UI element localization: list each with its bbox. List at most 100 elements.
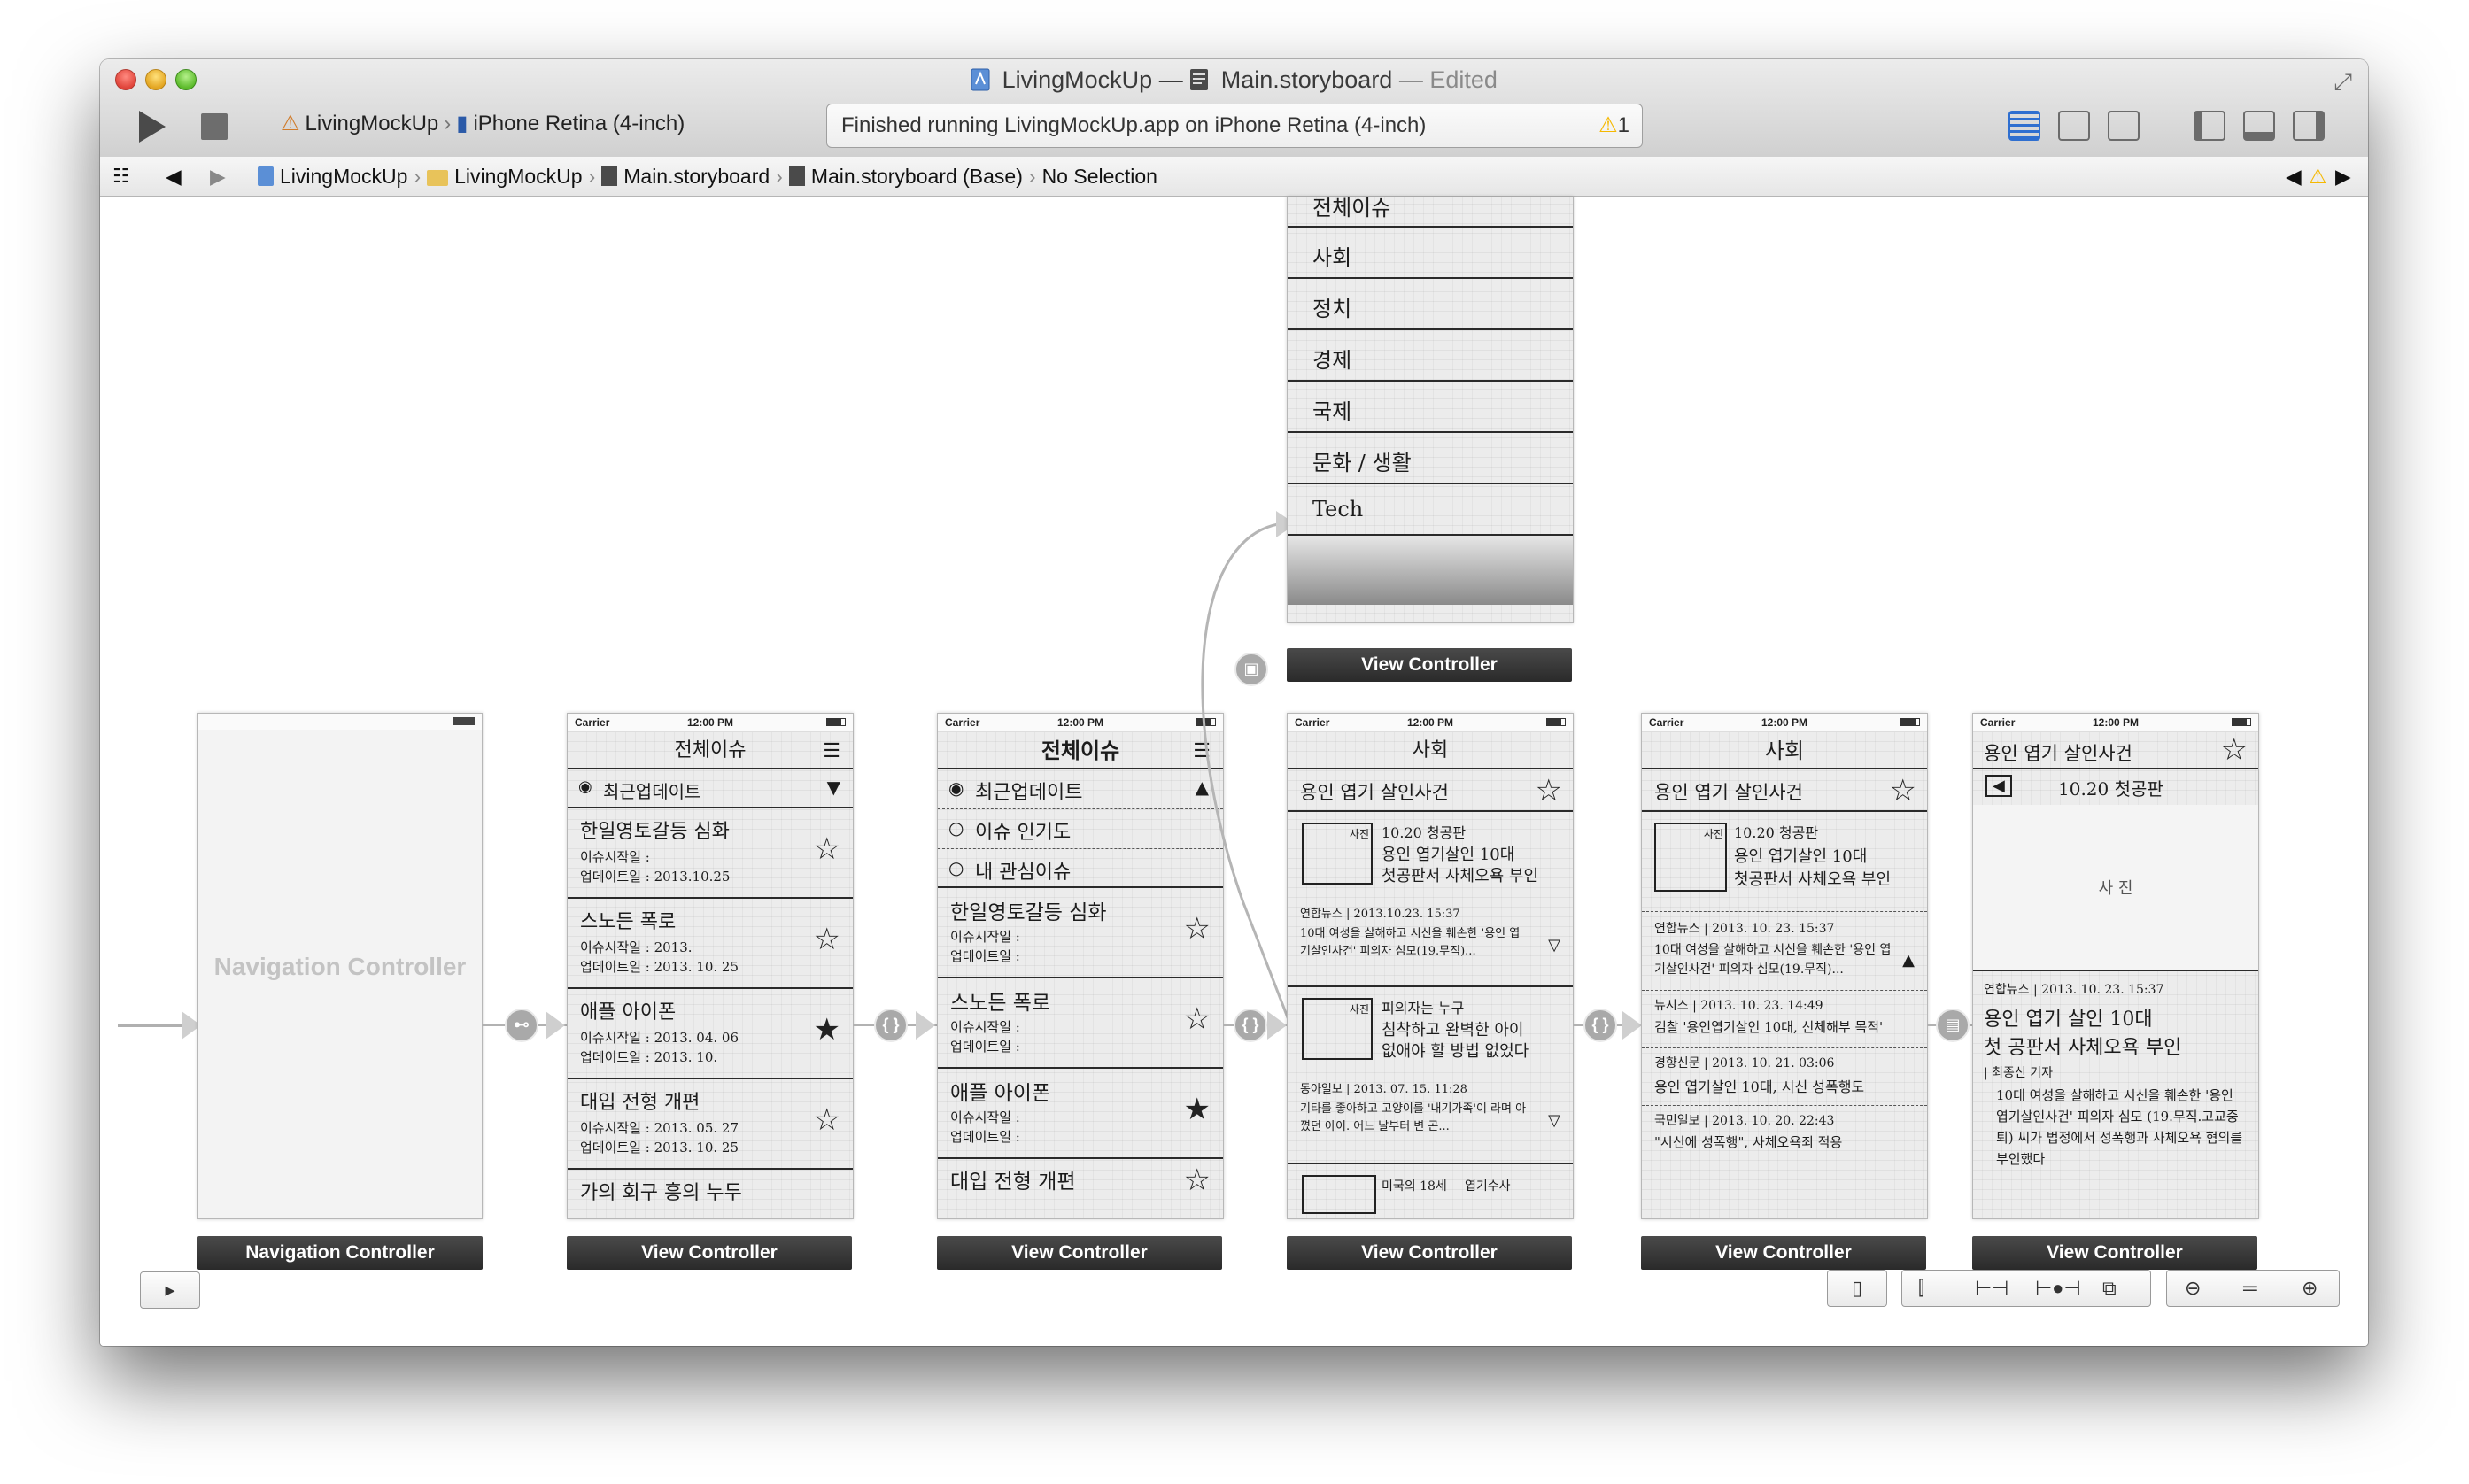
zoom-in-icon[interactable]: ⊕	[2302, 1271, 2318, 1306]
scene-label-view-controller-5[interactable]: View Controller	[1972, 1236, 2257, 1270]
news-block[interactable]: 미국의 18세 엽기수사	[1288, 1164, 1573, 1214]
pin-icon[interactable]: ⊢⊣	[1975, 1271, 2008, 1306]
item-title: 한일영토갈등 심화	[580, 821, 730, 843]
navigator-toggle-button[interactable]	[2194, 111, 2225, 141]
list-item[interactable]: 한일영토갈등 심화 이슈시작일 : 업데이트일 : 2013.10.25 ☆	[568, 808, 853, 899]
related-items-icon[interactable]: ☷	[112, 165, 130, 188]
breadcrumb-folder[interactable]: LivingMockUp	[454, 165, 582, 188]
list-item[interactable]: 스노든 폭로 이슈시작일 : 2013. 업데이트일 : 2013. 10. 2…	[568, 899, 853, 989]
fullscreen-icon[interactable]: ⤢	[2334, 68, 2352, 97]
block-meta: 동아일보 | 2013. 07. 15. 11:28	[1300, 1083, 1467, 1096]
push-segue-icon[interactable]: ▤	[1936, 1009, 1970, 1042]
next-issue-icon[interactable]: ▶	[2335, 165, 2351, 189]
expand-icon[interactable]: ▽	[1548, 1111, 1560, 1130]
align-icon[interactable]: ⫿	[1918, 1271, 1924, 1306]
scene-label-navigation-controller[interactable]: Navigation Controller	[197, 1236, 483, 1270]
zoom-fit-icon[interactable]: ═	[2243, 1271, 2257, 1306]
modal-segue-icon[interactable]: ▣	[1234, 653, 1268, 686]
back-arrow-icon[interactable]: ◀	[1985, 775, 2012, 797]
assistant-editor-button[interactable]	[2058, 111, 2090, 141]
view-controller-scene-5[interactable]: Carrier 12:00 PM 용인 엽기 살인사건 ☆ ◀ 10.20 첫공…	[1972, 713, 2259, 1219]
activity-viewer[interactable]: Finished running LivingMockUp.app on iPh…	[826, 104, 1643, 148]
breadcrumb-localization[interactable]: Main.storyboard (Base)	[811, 165, 1023, 188]
breadcrumb-file[interactable]: Main.storyboard	[623, 165, 770, 188]
version-editor-button[interactable]	[2108, 111, 2140, 141]
list-item[interactable]: 대입 전형 개편 이슈시작일 : 2013. 05. 27 업데이트일 : 20…	[568, 1079, 853, 1170]
list-item[interactable]: 대입 전형 개편 ☆	[938, 1159, 1223, 1198]
expand-icon[interactable]: ▽	[1548, 936, 1560, 955]
list-item[interactable]: 애플 아이폰 이슈시작일 : 2013. 04. 06 업데이트일 : 2013…	[568, 989, 853, 1079]
menu-item[interactable]: 문화 / 생활	[1288, 433, 1573, 484]
news-item[interactable]: 경향신문 | 2013. 10. 21. 03:06 용인 엽기살인 10대, …	[1642, 1048, 1927, 1106]
run-button[interactable]	[139, 111, 166, 143]
stop-button[interactable]	[201, 113, 228, 140]
document-outline-button[interactable]: ▸	[140, 1271, 200, 1309]
menu-item[interactable]: Tech	[1288, 484, 1573, 536]
star-outline-icon[interactable]: ☆	[814, 831, 840, 867]
menu-view-controller-scene[interactable]: 전체이슈 사회 정치 경제 국제 문화 / 생활 Tech	[1287, 197, 1574, 623]
scene-label-view-controller-1[interactable]: View Controller	[567, 1236, 852, 1270]
menu-item[interactable]: 사회	[1288, 228, 1573, 279]
previous-issue-icon[interactable]: ◀	[2286, 165, 2302, 189]
star-filled-icon[interactable]: ★	[814, 1012, 840, 1047]
thumbnail-label: 사진	[1703, 828, 1723, 840]
news-block[interactable]: 사진 피의자는 누구 침착하고 완벽한 아이 없애야 할 방법 없었다 동아일보…	[1288, 987, 1573, 1164]
menu-item[interactable]: 경제	[1288, 330, 1573, 382]
size-class-button[interactable]: ▯	[1827, 1270, 1887, 1307]
scheme-target: LivingMockUp	[305, 112, 439, 135]
back-arrow-icon[interactable]: ◀	[166, 165, 182, 189]
breadcrumb-project[interactable]: LivingMockUp	[280, 165, 407, 188]
star-outline-icon[interactable]: ☆	[1184, 1163, 1211, 1198]
star-outline-icon[interactable]: ☆	[814, 922, 840, 957]
article-headline-1: 용인 엽기 살인 10대	[1984, 1009, 2153, 1031]
scene-label-view-controller-2[interactable]: View Controller	[937, 1236, 1222, 1270]
news-item[interactable]: 연합뉴스 | 2013. 10. 23. 15:37 10대 여성을 살해하고 …	[1642, 912, 1927, 991]
debug-area-toggle-button[interactable]	[2243, 111, 2275, 141]
sort-row[interactable]: ◉ 최근업데이트 ▼	[568, 769, 853, 808]
scene-label-view-controller-3[interactable]: View Controller	[1287, 1236, 1572, 1270]
relationship-segue-icon[interactable]: ⊷	[505, 1009, 538, 1042]
lead-line3: 첫공판서 사체오욕 부인	[1734, 870, 1892, 889]
push-segue-icon[interactable]: { }	[874, 1009, 908, 1042]
list-item[interactable]: 애플 아이폰 이슈시작일 : 업데이트일 : ★	[938, 1069, 1223, 1159]
battery-icon	[453, 717, 475, 725]
resolve-icon[interactable]: ⊢●⊣	[2035, 1271, 2081, 1306]
star-filled-icon[interactable]: ★	[1184, 1092, 1211, 1127]
news-item[interactable]: 뉴시스 | 2013. 10. 23. 14:49 검찰 '용인엽기살인 10대…	[1642, 991, 1927, 1048]
scheme-selector[interactable]: ⚠ LivingMockUp › ▮ iPhone Retina (4-inch)	[281, 111, 685, 136]
warning-badge[interactable]: ⚠1	[1598, 104, 1629, 147]
thumbnail: 사진	[1302, 998, 1373, 1060]
dropdown-icon[interactable]: ▼	[827, 777, 840, 798]
menu-item[interactable]: 국제	[1288, 382, 1573, 433]
lead-story[interactable]: 사진 10.20 청공판 용인 엽기살인 10대 첫공판서 사체오욕 부인	[1642, 812, 1927, 912]
warning-icon[interactable]: ⚠	[2309, 165, 2327, 189]
view-controller-scene-1[interactable]: Carrier 12:00 PM 전체이슈 ☰ ◉ 최근업데이트 ▼ 한일영토갈…	[567, 713, 854, 1219]
list-item[interactable]: 가의 회구 흥의 누두	[568, 1170, 853, 1205]
scene-label-menu-view-controller[interactable]: View Controller	[1287, 648, 1572, 682]
star-outline-icon[interactable]: ☆	[1890, 773, 1916, 808]
breadcrumb-selection[interactable]: No Selection	[1042, 165, 1157, 188]
forward-arrow-icon[interactable]: ▶	[210, 165, 226, 189]
standard-editor-button[interactable]	[2008, 111, 2040, 141]
zoom-out-icon[interactable]: ⊖	[2185, 1271, 2201, 1306]
star-outline-icon[interactable]: ☆	[1536, 773, 1562, 808]
star-outline-icon[interactable]: ☆	[814, 1102, 840, 1138]
topic-row: 용인 엽기 살인사건 ☆	[1642, 769, 1927, 812]
chevron-right-icon: ›	[444, 112, 452, 135]
star-outline-icon[interactable]: ☆	[2221, 732, 2248, 768]
navigation-controller-scene[interactable]: Navigation Controller	[197, 713, 483, 1219]
menu-item[interactable]: 정치	[1288, 279, 1573, 330]
news-item[interactable]: 국민일보 | 2013. 10. 20. 22:43 "시신에 성폭행", 사체…	[1642, 1106, 1927, 1168]
storyboard-canvas[interactable]: Navigation Controller Navigation Control…	[100, 197, 2368, 1346]
list-icon[interactable]: ☰	[823, 740, 840, 762]
news-block[interactable]: 사진 10.20 청공판 용인 엽기살인 10대 첫공판서 사체오욕 부인 연합…	[1288, 812, 1573, 987]
view-controller-scene-3[interactable]: Carrier 12:00 PM 사회 용인 엽기 살인사건 ☆ 사진 10.2…	[1287, 713, 1574, 1219]
resizing-icon[interactable]: ⧉	[2102, 1271, 2117, 1306]
scene-label-view-controller-4[interactable]: View Controller	[1641, 1236, 1926, 1270]
push-segue-icon[interactable]: { }	[1583, 1009, 1617, 1042]
menu-item[interactable]: 전체이슈	[1288, 197, 1573, 228]
more-icon[interactable]: ▲	[1902, 951, 1915, 970]
utilities-toggle-button[interactable]	[2293, 111, 2325, 141]
topic-row: 용인 엽기 살인사건 ☆	[1288, 769, 1573, 812]
view-controller-scene-4[interactable]: Carrier 12:00 PM 사회 용인 엽기 살인사건 ☆ 사진 10.2…	[1641, 713, 1928, 1219]
